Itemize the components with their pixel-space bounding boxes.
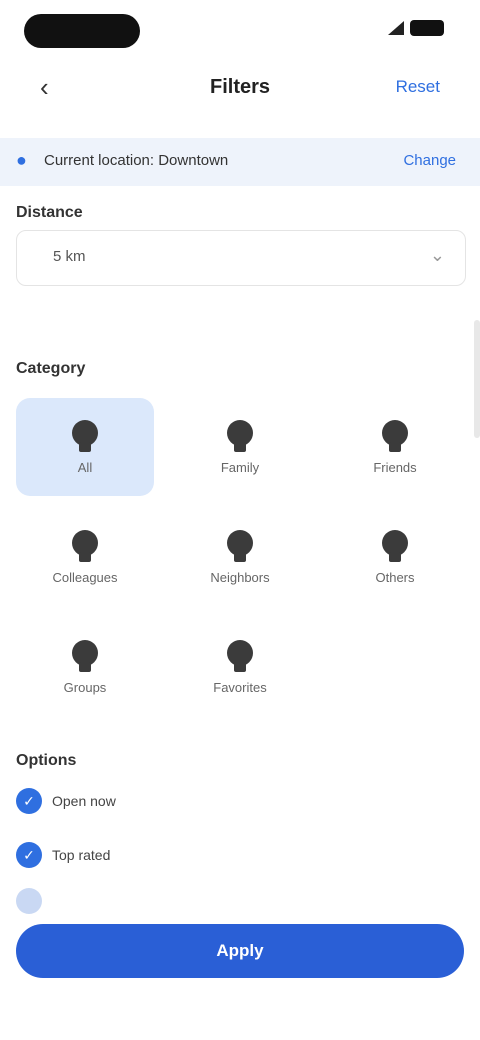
person-icon	[72, 529, 98, 562]
person-icon	[382, 529, 408, 562]
location-bar: ● Current location: Downtown Change	[0, 138, 480, 186]
option-label: Open now	[52, 793, 116, 809]
apply-button[interactable]: Apply	[16, 924, 464, 978]
location-pin-icon: ●	[16, 150, 27, 170]
signal-icon	[388, 21, 404, 35]
category-tile-neighbors[interactable]: Neighbors	[171, 508, 309, 606]
checkbox-checked-icon[interactable]: ✓	[16, 788, 42, 814]
tile-label: Family	[220, 459, 260, 475]
location-text: Current location: Downtown	[44, 152, 229, 169]
checkbox-unchecked-icon[interactable]	[16, 888, 42, 914]
category-tile-favorites[interactable]: Favorites	[171, 618, 309, 716]
chevron-down-icon: ⌄	[429, 245, 445, 265]
tile-label: Friends	[373, 459, 417, 475]
group-icon	[72, 639, 98, 672]
option-open-now[interactable]: ✓ Open now	[16, 788, 116, 814]
battery-icon	[410, 20, 444, 36]
category-tile-others[interactable]: Others	[326, 508, 464, 606]
change-location-link[interactable]: Change	[403, 152, 456, 169]
option-label: Top rated	[52, 847, 111, 863]
status-icons	[388, 20, 444, 36]
category-tile-colleagues[interactable]: Colleagues	[16, 508, 154, 606]
tile-label: Colleagues	[52, 569, 118, 585]
person-icon	[227, 529, 253, 562]
distance-select[interactable]: 5 km ⌄	[16, 230, 466, 286]
category-tile-all[interactable]: All	[16, 398, 154, 496]
category-label: Category	[16, 360, 86, 377]
checkbox-checked-icon[interactable]: ✓	[16, 842, 42, 868]
tile-label: All	[77, 459, 93, 475]
scrollbar[interactable]	[474, 320, 480, 438]
reset-button[interactable]: Reset	[396, 77, 440, 97]
distance-label: Distance	[16, 204, 83, 221]
person-icon	[227, 419, 253, 452]
star-icon	[227, 639, 253, 672]
option-extra[interactable]	[16, 888, 52, 914]
tile-label: Groups	[63, 679, 107, 695]
options-label: Options	[16, 752, 77, 769]
dynamic-island	[24, 14, 140, 48]
tile-label: Others	[375, 569, 415, 585]
option-top-rated[interactable]: ✓ Top rated	[16, 842, 110, 868]
distance-value: 5 km	[53, 248, 86, 265]
tile-label: Neighbors	[210, 569, 270, 585]
status-bar	[0, 0, 480, 60]
navigation-bar: ‹ Filters Reset	[0, 60, 480, 120]
person-icon	[382, 419, 408, 452]
category-tile-family[interactable]: Family	[171, 398, 309, 496]
person-icon	[72, 419, 98, 452]
category-tile-groups[interactable]: Groups	[16, 618, 154, 716]
tile-label: Favorites	[213, 679, 267, 695]
category-tile-friends[interactable]: Friends	[326, 398, 464, 496]
